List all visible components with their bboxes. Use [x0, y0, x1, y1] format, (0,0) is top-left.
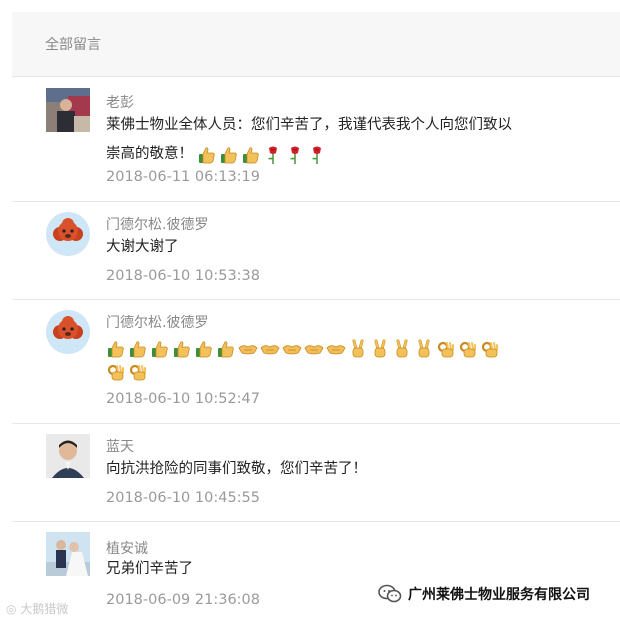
comment-text: 向抗洪抢险的同事们致敬，您们辛苦了！ — [106, 455, 367, 484]
handshake-icon — [304, 345, 324, 355]
rose-icon — [312, 146, 321, 164]
victory-icon — [396, 339, 408, 358]
ok-hand-icon — [107, 364, 124, 381]
comment-timestamp: 2018-06-09 21:36:08 — [106, 592, 260, 608]
watermark: ◎ 大鹅猎微 — [6, 602, 69, 616]
comment-timestamp: 2018-06-10 10:53:38 — [106, 268, 260, 284]
comment-author: 门德尔松.彼德罗 — [106, 315, 209, 331]
thumbs-up-icon — [221, 146, 237, 163]
comment-timestamp: 2018-06-10 10:52:47 — [106, 391, 260, 407]
comment-item: 老彭 莱佛士物业全体人员：您们辛苦了，我谨代表我个人向您们致以 崇高的敬意！ 2… — [12, 78, 620, 202]
comment-author: 门德尔松.彼德罗 — [106, 217, 209, 233]
comment-line: 大谢大谢了 — [106, 239, 179, 255]
weibo-icon: ◎ — [6, 602, 21, 616]
victory-icon — [418, 339, 430, 358]
comment-item: 植安诚 兄弟们辛苦了 2018-06-09 21:36:08 — [12, 522, 620, 623]
handshake-icon — [238, 345, 258, 355]
comment-item: 门德尔松.彼德罗 大谢大谢了 2018-06-10 10:53:38 — [12, 202, 620, 300]
emoji-row — [106, 362, 148, 382]
ok-hand-icon — [459, 341, 476, 358]
comment-item: 门德尔松.彼德罗 2018-06-10 10:52:47 — [12, 300, 620, 424]
handshake-icon — [282, 345, 302, 355]
avatar[interactable] — [46, 434, 90, 478]
comment-author: 老彭 — [106, 95, 134, 111]
ok-hand-icon — [437, 341, 454, 358]
comment-timestamp: 2018-06-10 10:45:55 — [106, 490, 260, 506]
thumbs-up-icon — [152, 341, 168, 358]
emoji-row — [106, 339, 500, 359]
victory-icon — [374, 339, 386, 358]
handshake-icon — [326, 345, 346, 355]
comment-author: 蓝天 — [106, 439, 134, 455]
avatar[interactable] — [46, 310, 90, 354]
rose-icon — [290, 146, 299, 164]
ok-hand-icon — [129, 364, 146, 381]
header-title: 全部留言 — [45, 37, 101, 53]
thumbs-up-icon — [174, 341, 190, 358]
wechat-icon — [378, 584, 402, 603]
avatar[interactable] — [46, 88, 90, 132]
comment-text: 兄弟们辛苦了 — [106, 555, 193, 584]
victory-icon — [352, 339, 364, 358]
comment-text: 莱佛士物业全体人员：您们辛苦了，我谨代表我个人向您们致以 崇高的敬意！ — [106, 111, 512, 169]
thumbs-up-icon — [108, 341, 124, 358]
thumbs-up-icon — [130, 341, 146, 358]
thumbs-up-icon — [218, 341, 234, 358]
handshake-icon — [260, 345, 280, 355]
comment-item: 蓝天 向抗洪抢险的同事们致敬，您们辛苦了！ 2018-06-10 10:45:5… — [12, 424, 620, 522]
avatar[interactable] — [46, 212, 90, 256]
rose-icon — [268, 146, 277, 164]
account-brand[interactable]: 广州莱佛士物业服务有限公司 — [378, 584, 590, 604]
brand-name: 广州莱佛士物业服务有限公司 — [408, 587, 590, 603]
thumbs-up-icon — [243, 146, 259, 163]
comment-timestamp: 2018-06-11 06:13:19 — [106, 169, 260, 185]
comment-line: 向抗洪抢险的同事们致敬，您们辛苦了！ — [106, 461, 367, 477]
avatar[interactable] — [46, 532, 90, 576]
ok-hand-icon — [481, 341, 498, 358]
thumbs-up-icon — [199, 146, 215, 163]
comment-line: 莱佛士物业全体人员：您们辛苦了，我谨代表我个人向您们致以 — [106, 117, 512, 133]
comments-header: 全部留言 — [12, 12, 620, 77]
comment-text: 大谢大谢了 — [106, 233, 179, 262]
thumbs-up-icon — [196, 341, 212, 358]
comment-line: 兄弟们辛苦了 — [106, 561, 193, 577]
comment-line: 崇高的敬意！ — [106, 146, 193, 162]
